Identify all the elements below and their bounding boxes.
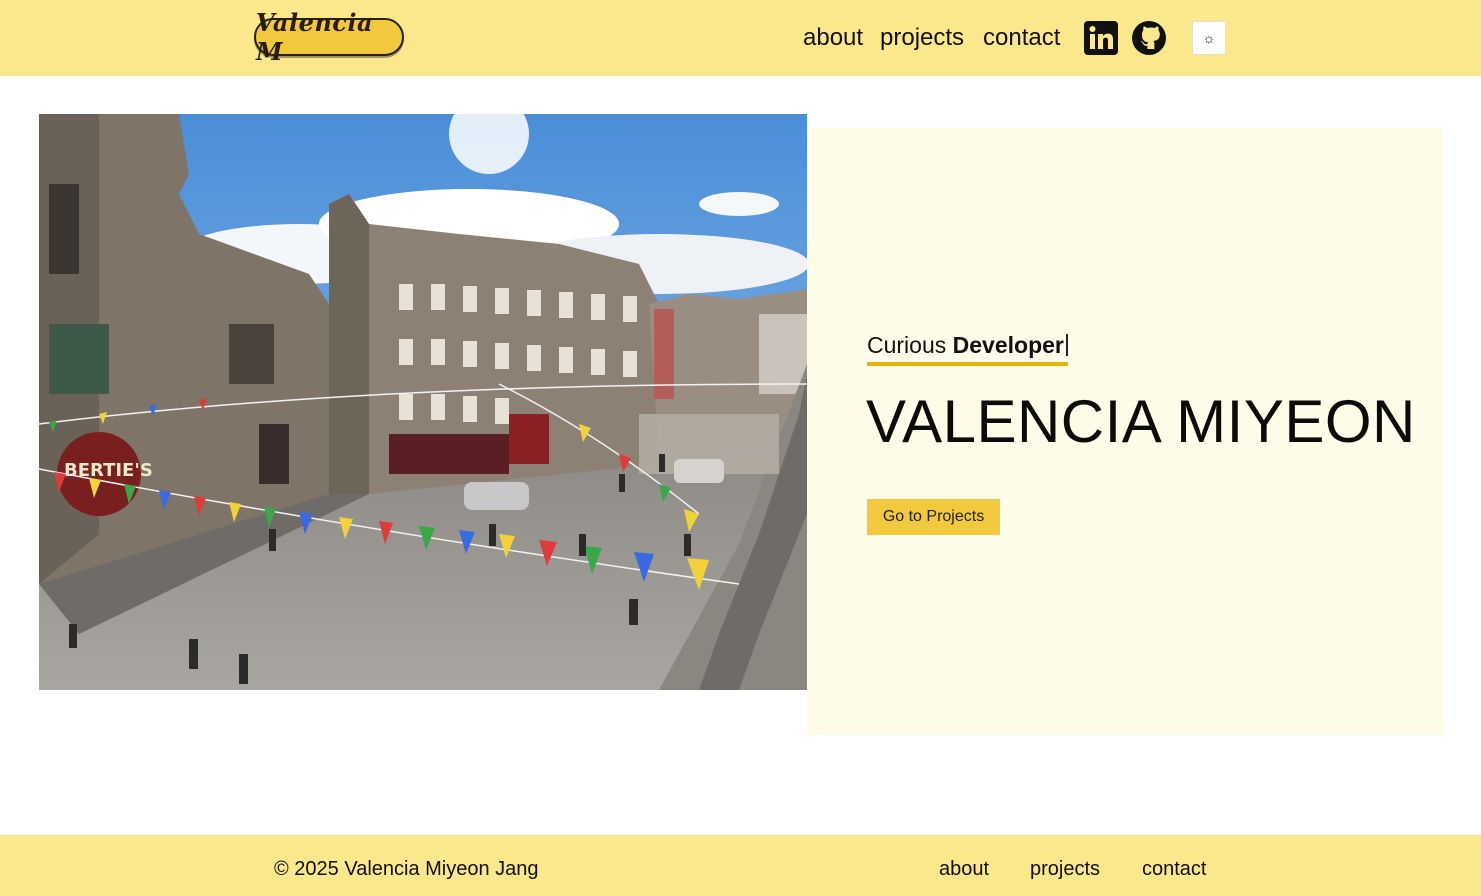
theme-toggle-button[interactable]: ☼ bbox=[1192, 21, 1226, 55]
nav-projects-link[interactable]: projects bbox=[880, 22, 964, 54]
nav-about-link[interactable]: about bbox=[803, 22, 863, 54]
tagline-prefix: Curious bbox=[867, 332, 947, 358]
hero-name: VALENCIA MIYEON bbox=[866, 388, 1416, 455]
hero-image: BERTIE'S bbox=[39, 114, 807, 690]
svg-text:BERTIE'S: BERTIE'S bbox=[64, 460, 153, 481]
site-footer: © 2025 Valencia Miyeon Jang about projec… bbox=[0, 835, 1481, 896]
github-icon[interactable] bbox=[1131, 20, 1167, 56]
copyright-text: © 2025 Valencia Miyeon Jang bbox=[274, 858, 539, 880]
footer-contact-link[interactable]: contact bbox=[1142, 857, 1206, 881]
linkedin-icon[interactable] bbox=[1084, 21, 1118, 55]
go-to-projects-button[interactable]: Go to Projects bbox=[867, 499, 1000, 535]
site-header: Valencia M about projects contact ☼ bbox=[0, 0, 1481, 76]
tagline-role: Developer bbox=[952, 332, 1064, 358]
hero-tagline: Curious Developer bbox=[867, 330, 1068, 366]
footer-about-link[interactable]: about bbox=[939, 857, 989, 881]
nav-contact-link[interactable]: contact bbox=[983, 22, 1060, 54]
logo-button[interactable]: Valencia M bbox=[254, 8, 404, 66]
footer-projects-link[interactable]: projects bbox=[1030, 857, 1100, 881]
sun-icon: ☼ bbox=[1202, 30, 1216, 46]
typing-caret bbox=[1065, 334, 1068, 356]
